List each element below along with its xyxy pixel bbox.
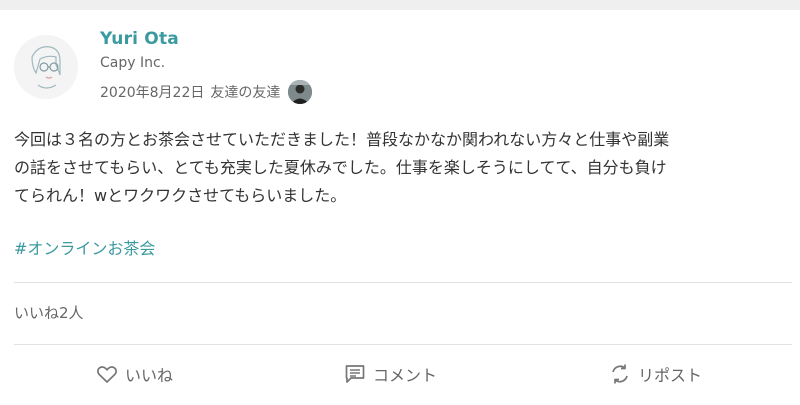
comment-button[interactable]: コメント <box>343 356 437 392</box>
visibility-label: 友達の友達 <box>210 85 281 101</box>
divider <box>14 282 792 283</box>
post-meta: 2020年8月22日 友達の友達 <box>100 80 313 104</box>
post-body-line: の話をさせてもらい、とても充実した夏休みでした。仕事を楽しそうにしてて、自分も負… <box>14 158 667 177</box>
likes-count[interactable]: いいね2人 <box>14 302 84 323</box>
hashtag-link[interactable]: #オンラインお茶会 <box>14 235 155 259</box>
avatar-illustration <box>14 35 78 99</box>
comment-icon <box>345 365 365 383</box>
like-button[interactable]: いいね <box>95 356 173 392</box>
post-body: 今回は３名の方とお茶会させていただきました！普段なかなか関われない方々と仕事や副… <box>14 126 790 210</box>
author-avatar[interactable] <box>14 35 78 99</box>
post-body-line: 今回は３名の方とお茶会させていただきました！普段なかなか関われない方々と仕事や副… <box>14 130 670 149</box>
friend-avatar[interactable] <box>288 80 313 104</box>
like-button-label: いいね <box>125 366 174 385</box>
comment-button-label: コメント <box>373 366 438 385</box>
friend-avatar-image <box>288 80 313 104</box>
action-bar: いいね コメント リポスト <box>0 356 800 392</box>
repost-button[interactable]: リポスト <box>608 356 702 392</box>
post-card: Yuri Ota Capy Inc. 2020年8月22日 友達の友達 今回は３… <box>0 10 800 405</box>
repost-button-label: リポスト <box>638 366 703 385</box>
divider <box>14 344 792 345</box>
author-company: Capy Inc. <box>100 55 166 71</box>
repost-icon <box>612 364 628 384</box>
heart-icon <box>97 366 117 383</box>
post-body-line: てられん！wとワクワクさせてもらいました。 <box>14 186 347 205</box>
post-date: 2020年8月22日 <box>100 85 205 101</box>
author-name[interactable]: Yuri Ota <box>100 29 179 49</box>
